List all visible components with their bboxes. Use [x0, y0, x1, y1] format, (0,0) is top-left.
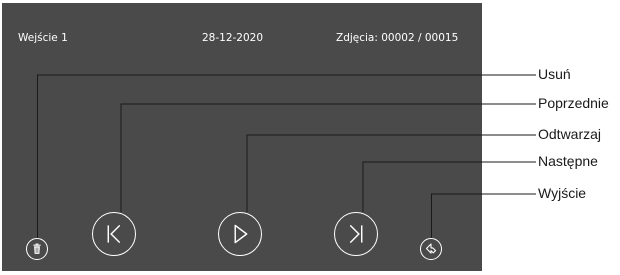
back-arrow-icon [425, 243, 437, 254]
callout-play: Odtwarzaj [538, 126, 602, 142]
callout-previous: Poprzednie [538, 95, 609, 111]
callout-delete: Usuń [538, 66, 571, 82]
play-icon [234, 224, 248, 244]
callout-exit: Wyjście [538, 185, 587, 201]
previous-button[interactable] [92, 212, 136, 256]
trash-icon [33, 243, 41, 254]
exit-button[interactable] [420, 238, 442, 260]
skip-next-icon [349, 224, 363, 244]
delete-button[interactable] [26, 238, 48, 260]
play-button[interactable] [218, 212, 262, 256]
photo-counter: Zdjęcia: 00002 / 00015 [336, 32, 459, 44]
next-button[interactable] [334, 212, 378, 256]
entrance-label: Wejście 1 [18, 32, 68, 44]
callout-next: Następne [538, 153, 598, 169]
skip-previous-icon [107, 224, 121, 244]
date-label: 28-12-2020 [202, 32, 264, 44]
